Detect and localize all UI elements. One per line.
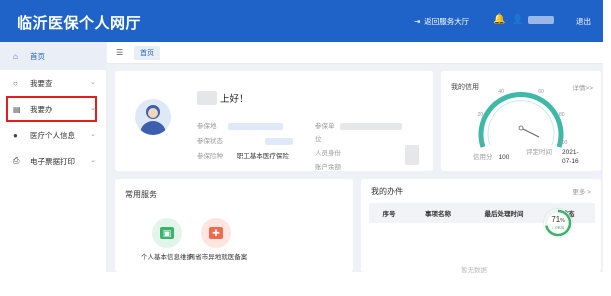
gauge-tick-label: 0 <box>480 140 483 146</box>
info-row: 账户余额 <box>315 161 341 171</box>
home-icon: ⌂ <box>13 51 18 61</box>
gauge-hub <box>518 125 524 131</box>
services-title: 常用服务 <box>125 190 157 199</box>
progress-number: 71 <box>551 215 561 224</box>
user-menu[interactable]: 👤 <box>512 14 555 25</box>
info-row: 参保状态 <box>197 135 293 145</box>
name-blurred <box>197 91 217 105</box>
sidebar: ⌂ 首页 ○ 我要查 ⌄ ▤ 我要办 ⌄ ● 医疗个人信息 ⌄ ⎙ 电子票据打印… <box>0 42 107 272</box>
tab-bar: ☰ 首页 <box>107 42 603 64</box>
column-header: 序号 <box>382 211 396 218</box>
sidebar-item-home[interactable]: ⌂ 首页 <box>0 42 106 70</box>
sidebar-item-handle[interactable]: ▤ 我要办 ⌄ <box>6 96 97 122</box>
user-icon: 👤 <box>512 14 524 24</box>
sidebar-item-e-invoice[interactable]: ⎙ 电子票据打印 ⌄ <box>0 148 106 174</box>
profile-card: 上好！ 参保地 参保状态 参保险种 职工基本医疗保险 参保单 位 人员身份 账户… <box>115 71 433 171</box>
tasks-title: 我的办件 <box>371 187 403 196</box>
score-label: 信用分 <box>473 154 493 161</box>
sidebar-item-label: 电子票据打印 <box>30 156 75 166</box>
progress-value: 71% <box>544 215 572 224</box>
info-label: 参保单 <box>315 123 335 130</box>
main-content: 上好！ 参保地 参保状态 参保险种 职工基本医疗保险 参保单 位 人员身份 账户… <box>107 64 603 274</box>
service-label[interactable]: 跨省市异地就医备案 <box>187 253 249 262</box>
progress-ring: 71% ↓ 0K/s <box>544 209 572 237</box>
info-value-blurred <box>405 145 419 165</box>
column-header: 最后处理时间 <box>484 211 524 218</box>
info-label: 参保状态 <box>197 138 223 145</box>
gauge-tick-label: 100 <box>559 140 568 146</box>
service-remote-medical[interactable]: ✚ <box>201 218 231 248</box>
info-label: 人员身份 <box>315 150 341 157</box>
credit-score: 信用分 100 <box>473 151 509 161</box>
info-row: 人员身份 <box>315 147 341 157</box>
tasks-more-link[interactable]: 更多 > <box>572 186 591 196</box>
sidebar-item-query[interactable]: ○ 我要查 ⌄ <box>0 70 106 96</box>
my-tasks-card: 我的办件 更多 > 序号 事项名称 最后处理时间 状态 暂无数据 71% ↓ 0… <box>361 179 601 274</box>
greeting-text: 上好！ <box>220 94 249 105</box>
chevron-down-icon: ⌄ <box>90 105 96 112</box>
back-to-hall-button[interactable]: ⇥ 返回服务大厅 <box>414 16 469 27</box>
bell-icon[interactable]: 🔔 <box>493 14 505 25</box>
column-header: 事项名称 <box>425 211 451 218</box>
greeting: 上好！ <box>197 91 249 105</box>
info-label: 参保地 <box>197 123 217 130</box>
info-row: 参保险种 职工基本医疗保险 <box>197 150 289 160</box>
info-row: 位 <box>315 133 322 143</box>
exit-icon: ⇥ <box>414 17 421 26</box>
progress-speed: ↓ 0K/s <box>551 225 565 230</box>
top-header: 临沂医保个人网厅 ⇥ 返回服务大厅 🔔 👤 退出 <box>0 0 603 42</box>
credit-card: 我的信用 详情>> 0 20 40 60 80 100 信用分 100 评定时间 … <box>441 71 601 171</box>
sidebar-item-label: 医疗个人信息 <box>30 130 75 140</box>
eval-time-value: 2021-07-16 <box>562 149 579 165</box>
chevron-down-icon: ⌄ <box>90 131 96 138</box>
info-label: 参保险种 <box>197 153 223 160</box>
sidebar-item-label: 首页 <box>30 51 45 61</box>
logout-button[interactable]: 退出 <box>576 16 591 27</box>
info-row: 参保地 <box>197 120 284 130</box>
chevron-down-icon: ⌄ <box>90 79 96 86</box>
gauge-tick-label: 80 <box>559 112 565 118</box>
common-services-card: 常用服务 ▣ ✚ 个人基本信息维护 跨省市异地就医备案 <box>115 179 353 272</box>
sidebar-item-personal-info[interactable]: ● 医疗个人信息 ⌄ <box>0 122 106 148</box>
insurance-type: 职工基本医疗保险 <box>236 153 289 160</box>
tab-home[interactable]: 首页 <box>134 46 160 60</box>
info-value-blurred <box>264 137 293 145</box>
empty-text: 暂无数据 <box>461 267 487 274</box>
person-icon: ● <box>13 130 18 140</box>
gauge-tick-label: 60 <box>538 89 544 95</box>
sidebar-item-label: 我要办 <box>30 104 53 114</box>
back-to-hall-label: 返回服务大厅 <box>424 17 470 26</box>
progress-unit: % <box>560 218 565 224</box>
eval-time-label: 评定时间 <box>526 149 552 156</box>
sidebar-item-label: 我要查 <box>30 78 53 88</box>
app-title: 临沂医保个人网厅 <box>17 15 142 32</box>
gauge-needle <box>520 127 540 138</box>
service-personal-info[interactable]: ▣ <box>152 218 182 248</box>
chevron-down-icon: ⌄ <box>90 157 96 164</box>
info-label: 位 <box>315 136 322 143</box>
info-label: 账户余额 <box>315 164 341 171</box>
id-card-icon: ▣ <box>160 227 174 239</box>
info-value-blurred <box>340 122 403 130</box>
menu-toggle-icon[interactable]: ☰ <box>116 48 123 57</box>
medical-kit-icon: ✚ <box>209 227 223 239</box>
search-icon: ○ <box>13 78 18 88</box>
info-row: 参保单 <box>315 120 403 130</box>
printer-icon: ⎙ <box>13 156 20 165</box>
gauge-tick-label: 40 <box>498 89 504 95</box>
info-value-blurred <box>228 122 284 130</box>
gauge-arc <box>478 92 564 148</box>
avatar <box>135 99 171 135</box>
score-value: 100 <box>498 154 510 161</box>
username-blurred <box>528 15 555 24</box>
gauge-tick-label: 20 <box>477 112 483 118</box>
folder-icon: ▤ <box>13 104 21 114</box>
gauge-inner-arc <box>487 100 555 146</box>
